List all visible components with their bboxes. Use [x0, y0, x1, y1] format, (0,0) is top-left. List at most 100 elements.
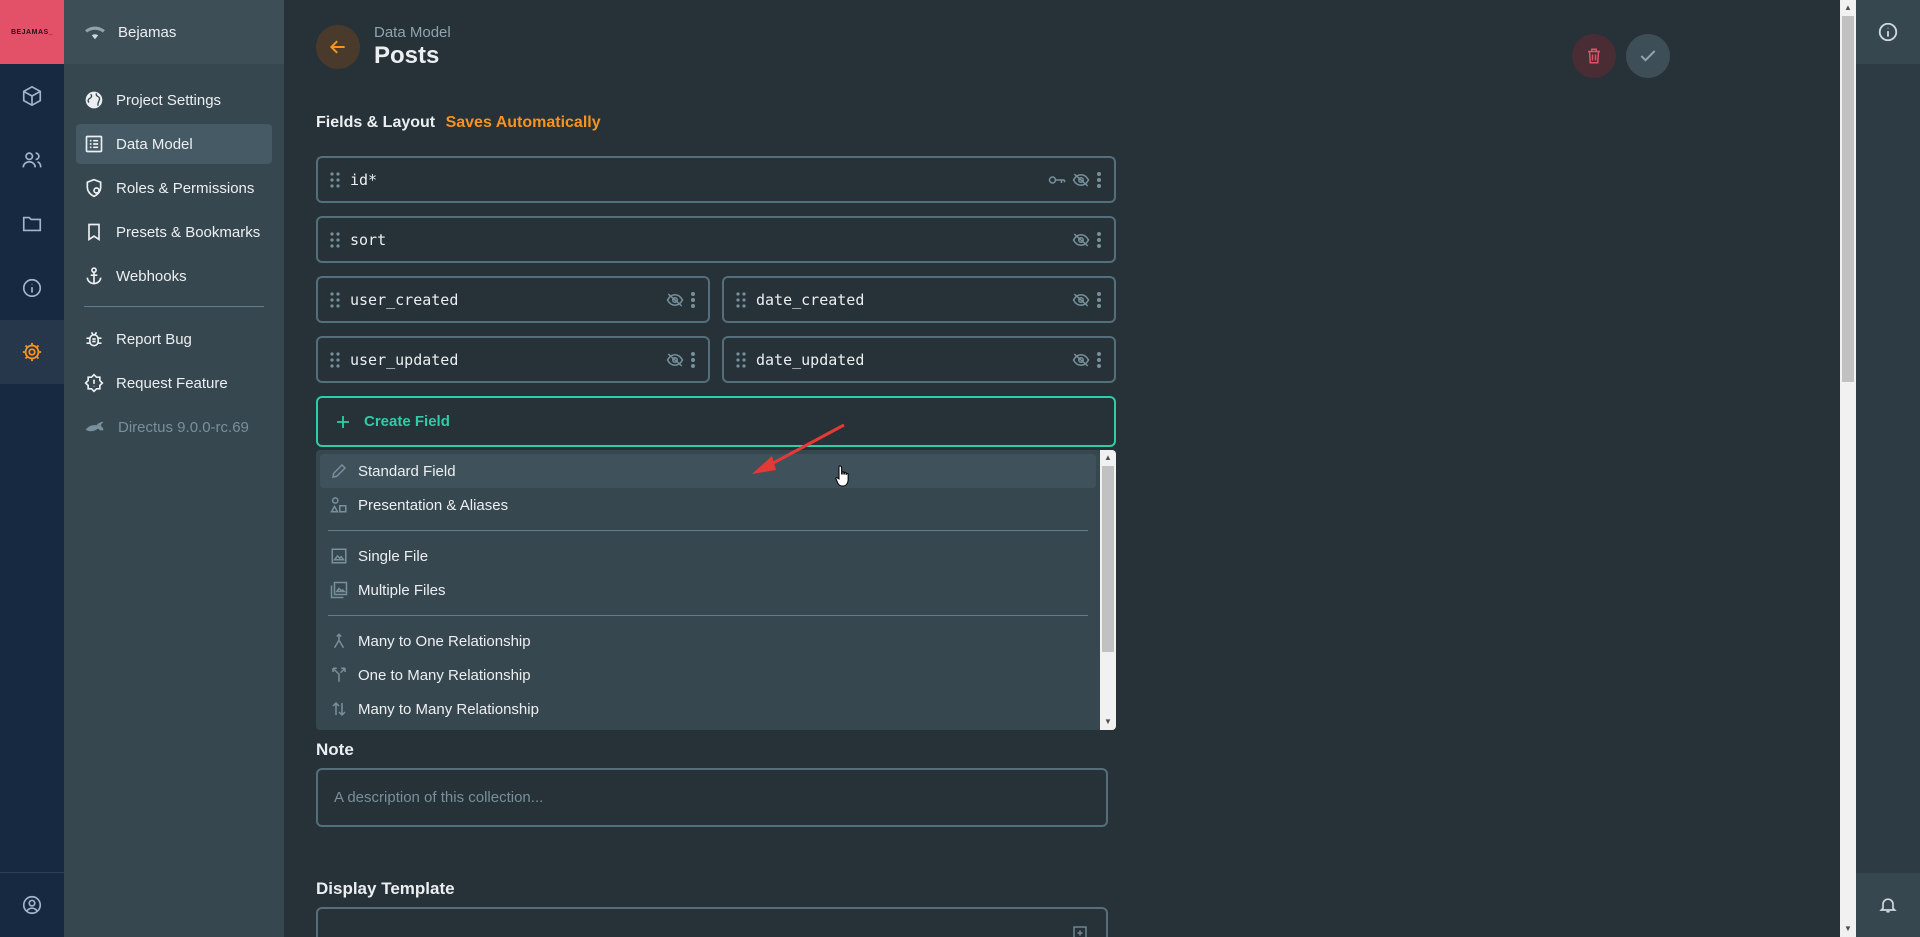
menu-item-presentation-aliases[interactable]: Presentation & Aliases [320, 488, 1096, 522]
notifications-button[interactable] [1856, 873, 1920, 937]
menu-label: Many to One Relationship [358, 632, 531, 650]
module-insights[interactable] [0, 256, 64, 320]
eye-off-icon[interactable] [1072, 172, 1090, 188]
menu-label: One to Many Relationship [358, 666, 531, 684]
box-icon [22, 85, 42, 107]
wifi-icon [85, 26, 105, 40]
images-icon [330, 581, 348, 599]
module-users[interactable] [0, 128, 64, 192]
field-name: sort [350, 230, 387, 249]
menu-item-one-to-many[interactable]: One to Many Relationship [320, 658, 1096, 692]
field-name: date_updated [756, 350, 865, 369]
more-vertical-icon[interactable] [1096, 291, 1102, 309]
save-button[interactable] [1626, 34, 1670, 78]
page-scroll-down[interactable]: ▼ [1843, 924, 1853, 934]
menu-item-many-to-one[interactable]: Many to One Relationship [320, 624, 1096, 658]
navigation-sidebar: Bejamas Project Settings Data Model Role… [64, 0, 284, 937]
eye-off-icon[interactable] [1072, 352, 1090, 368]
users-icon [22, 152, 42, 168]
display-template-input[interactable] [316, 907, 1108, 937]
arrow-left-icon [329, 40, 345, 54]
bookmark-icon [88, 223, 100, 242]
info-sidebar-button[interactable] [1856, 0, 1920, 64]
more-vertical-icon[interactable] [1096, 171, 1102, 189]
menu-item-multiple-files[interactable]: Multiple Files [320, 573, 1096, 607]
menu-divider [328, 530, 1088, 531]
sidebar-right [1856, 0, 1920, 937]
menu-label: Single File [358, 547, 429, 565]
key-icon [1048, 175, 1066, 184]
menu-item-single-file[interactable]: Single File [320, 539, 1096, 573]
create-field-button[interactable]: Create Field [316, 396, 1116, 447]
folder-icon [22, 216, 42, 232]
back-button[interactable] [316, 25, 360, 69]
eye-off-icon[interactable] [1072, 292, 1090, 308]
brand-text: BEJAMAS_ [10, 28, 54, 36]
drag-handle-icon[interactable] [736, 351, 746, 368]
nav-label: Roles & Permissions [116, 179, 255, 197]
module-content[interactable] [0, 64, 64, 128]
anchor-icon [86, 267, 102, 285]
drag-handle-icon[interactable] [330, 291, 340, 308]
drag-handle-icon[interactable] [736, 291, 746, 308]
nav-label: Webhooks [116, 267, 187, 285]
field-user-created[interactable]: user_created [316, 276, 710, 323]
nav-item-webhooks[interactable]: Webhooks [76, 256, 272, 296]
breadcrumb[interactable]: Data Model [374, 24, 451, 42]
menu-item-many-to-many[interactable]: Many to Many Relationship [320, 692, 1096, 726]
gear-icon [22, 342, 42, 362]
create-field-label: Create Field [364, 413, 450, 430]
field-user-updated[interactable]: user_updated [316, 336, 710, 383]
menu-label: Many to Many Relationship [358, 700, 539, 718]
merge-icon [333, 633, 345, 649]
add-box-icon[interactable] [1072, 925, 1088, 937]
delete-collection-button[interactable] [1572, 34, 1616, 78]
page-scrollbar[interactable]: ▲ ▼ [1840, 0, 1856, 937]
note-input[interactable] [316, 768, 1108, 827]
more-vertical-icon[interactable] [1096, 231, 1102, 249]
drag-handle-icon[interactable] [330, 231, 340, 248]
module-files[interactable] [0, 192, 64, 256]
nav-item-request-feature[interactable]: Request Feature [76, 363, 272, 403]
module-settings[interactable] [0, 320, 64, 384]
nav-label: Data Model [116, 135, 193, 153]
user-menu[interactable] [0, 873, 64, 937]
menu-scrollbar[interactable]: ▲ ▼ [1100, 450, 1116, 730]
nav-item-data-model[interactable]: Data Model [76, 124, 272, 164]
field-id[interactable]: id* [316, 156, 1116, 203]
eye-off-icon[interactable] [1072, 232, 1090, 248]
page-scrollbar-thumb[interactable] [1842, 16, 1854, 382]
field-date-updated[interactable]: date_updated [722, 336, 1116, 383]
check-icon [1640, 50, 1656, 62]
more-vertical-icon[interactable] [690, 291, 696, 309]
fields-layout-label: Fields & Layout Saves Automatically [316, 114, 601, 132]
scroll-up-arrow[interactable]: ▲ [1103, 453, 1113, 463]
nav-item-project-settings[interactable]: Project Settings [76, 80, 272, 120]
page-scroll-up[interactable]: ▲ [1843, 3, 1853, 13]
menu-scrollbar-thumb[interactable] [1102, 466, 1114, 652]
brand-logo[interactable]: BEJAMAS_ [0, 0, 64, 64]
more-vertical-icon[interactable] [690, 351, 696, 369]
more-vertical-icon[interactable] [1096, 351, 1102, 369]
drag-handle-icon[interactable] [330, 171, 340, 188]
project-header[interactable]: Bejamas [64, 0, 284, 64]
bell-icon [1879, 898, 1897, 913]
nav-item-roles-permissions[interactable]: Roles & Permissions [76, 168, 272, 208]
field-date-created[interactable]: date_created [722, 276, 1116, 323]
eye-off-icon[interactable] [666, 352, 684, 368]
rabbit-icon [85, 421, 104, 432]
scroll-down-arrow[interactable]: ▼ [1103, 717, 1113, 727]
nav-item-version[interactable]: Directus 9.0.0-rc.69 [76, 407, 272, 447]
menu-item-standard-field[interactable]: Standard Field [320, 454, 1096, 488]
page-header: Data Model Posts [316, 24, 451, 70]
field-sort[interactable]: sort [316, 216, 1116, 263]
menu-divider [328, 615, 1088, 616]
eye-off-icon[interactable] [666, 292, 684, 308]
nav-item-report-bug[interactable]: Report Bug [76, 319, 272, 359]
field-name: user_updated [350, 350, 459, 369]
info-icon [22, 278, 42, 298]
field-name: date_created [756, 290, 865, 309]
drag-handle-icon[interactable] [330, 351, 340, 368]
create-field-menu: Standard Field Presentation & Aliases Si… [316, 450, 1116, 730]
nav-item-presets-bookmarks[interactable]: Presets & Bookmarks [76, 212, 272, 252]
